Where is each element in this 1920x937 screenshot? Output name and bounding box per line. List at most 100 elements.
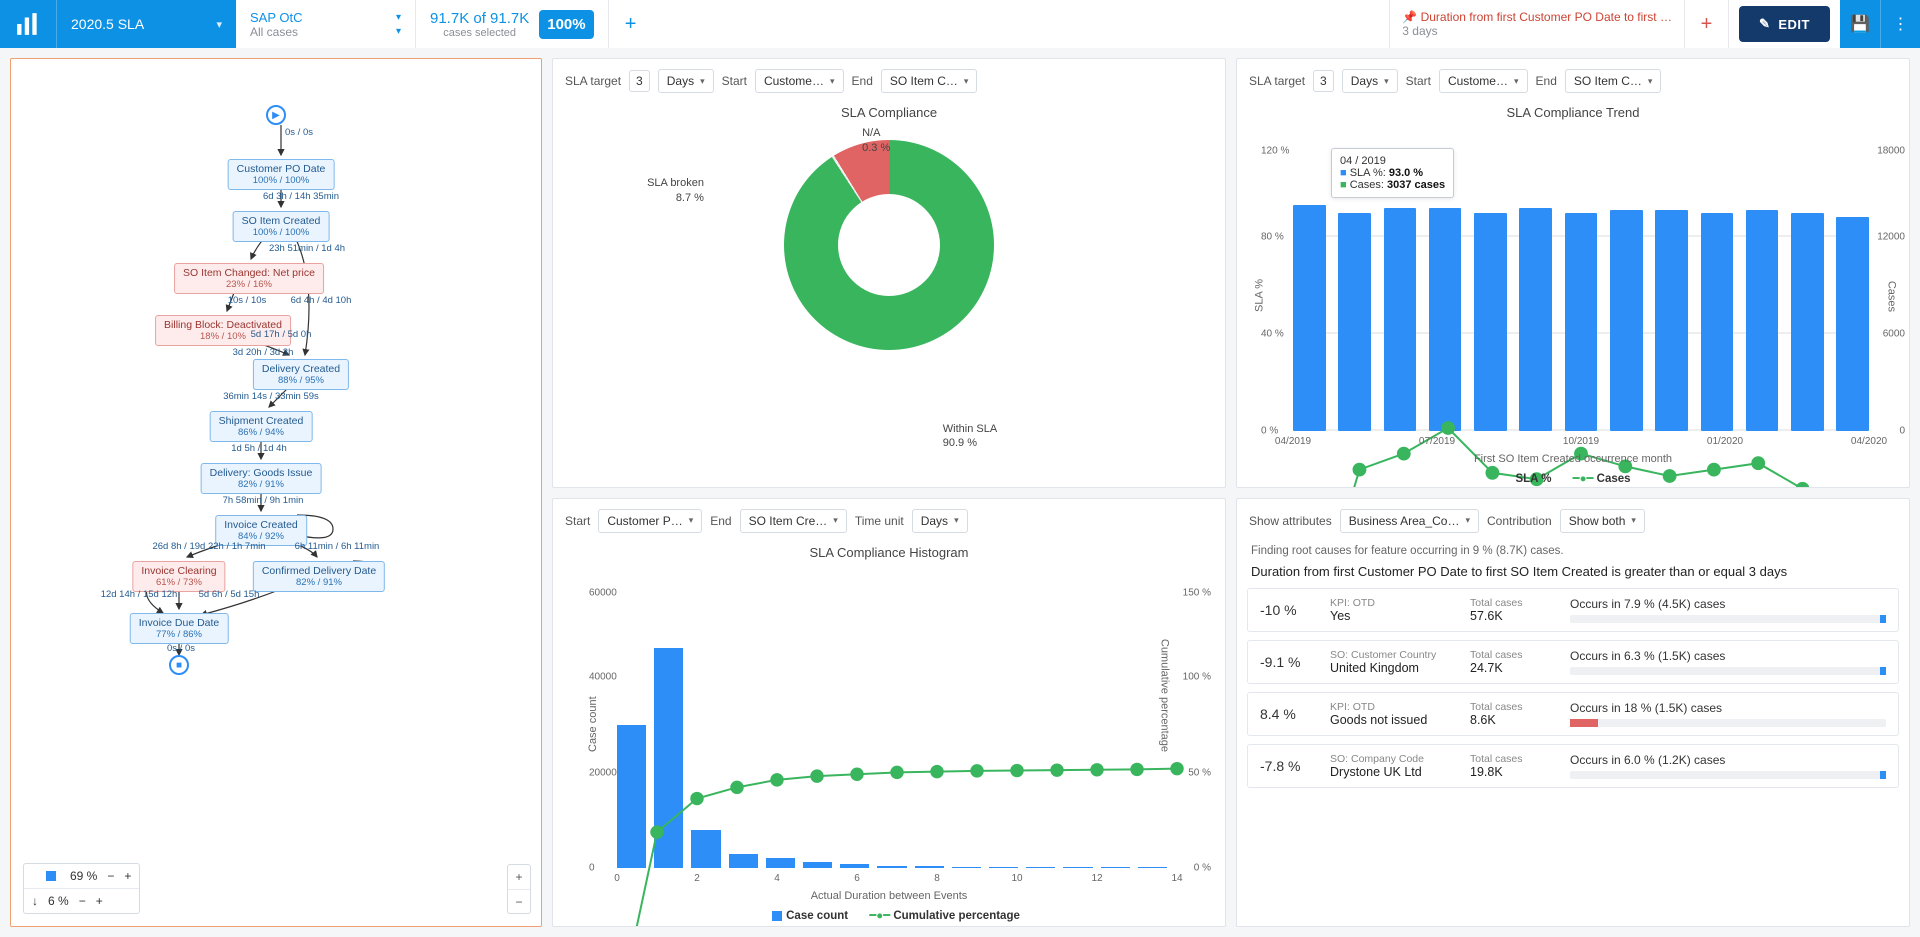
rc-item[interactable]: 8.4 %KPI: OTDGoods not issuedTotal cases… — [1247, 692, 1899, 736]
rc-description: Finding root causes for feature occurrin… — [1237, 543, 1909, 559]
sla-target-input[interactable]: 3 — [1313, 70, 1334, 92]
process-graph-panel: ▶ 0s / 0s Customer PO Date100% / 100%SO … — [10, 58, 542, 927]
process-node[interactable]: SO Item Changed: Net price23% / 16% — [174, 263, 324, 294]
x-axis-label: First SO Item Created occurrence month — [1237, 453, 1909, 465]
path-pct: 6 % — [48, 894, 69, 908]
edit-label: EDIT — [1778, 17, 1810, 32]
edge-label: 5d 6h / 5d 15h — [199, 589, 260, 600]
start-label: Start — [722, 74, 747, 88]
contribution-dropdown[interactable]: Show both▾ — [1560, 509, 1645, 533]
start-dropdown[interactable]: Custome…▾ — [755, 69, 844, 93]
topbar-left: 2020.5 SLA ▾ — [0, 0, 236, 48]
chart-legend: Case count ━●━ Cumulative percentage — [553, 908, 1225, 922]
kpi-title: 📌 Duration from first Customer PO Date t… — [1402, 10, 1672, 24]
donut-value-na: 0.3 % — [862, 142, 890, 154]
edge-label: 10s / 10s — [228, 295, 267, 306]
zoom-in-button[interactable]: + — [508, 865, 530, 889]
project-dropdown[interactable]: 2020.5 SLA ▾ — [56, 0, 236, 48]
donut-label-broken: SLA broken — [647, 177, 704, 189]
process-node[interactable]: Delivery: Goods Issue82% / 91% — [201, 463, 322, 494]
kebab-icon: ⋮ — [1893, 14, 1909, 34]
process-node[interactable]: Invoice Clearing61% / 73% — [132, 561, 225, 592]
save-button[interactable]: 💾 — [1840, 0, 1880, 48]
y-axis-label: Case count — [587, 696, 599, 752]
app-logo[interactable] — [0, 0, 56, 48]
zoom-out-button[interactable]: − — [508, 889, 530, 913]
edge-label: 26d 8h / 19d 22h / 1h 7min — [152, 541, 265, 552]
rc-item[interactable]: -7.8 %SO: Company CodeDrystone UK LtdTot… — [1247, 744, 1899, 788]
unit-dropdown[interactable]: Days▾ — [1342, 69, 1398, 93]
end-dropdown[interactable]: SO Item Cre…▾ — [740, 509, 847, 533]
panel-filters: SLA target 3 Days▾ Start Custome…▾ End S… — [1237, 59, 1909, 103]
cases-pct-badge: 100% — [539, 10, 593, 39]
panel-filters: SLA target 3 Days▾ Start Custome…▾ End S… — [553, 59, 1225, 103]
process-node[interactable]: Invoice Due Date77% / 86% — [130, 613, 229, 644]
rc-item[interactable]: -10 %KPI: OTDYesTotal cases57.6KOccurs i… — [1247, 588, 1899, 632]
panel-filters: Show attributes Business Area_Co…▾ Contr… — [1237, 499, 1909, 543]
process-node[interactable]: SO Item Created100% / 100% — [233, 211, 330, 242]
start-label: Start — [565, 514, 590, 528]
end-label: End — [852, 74, 873, 88]
time-unit-label: Time unit — [855, 514, 904, 528]
kpi-value: 3 days — [1402, 24, 1672, 38]
edge-label: 6d 3h / 14h 35min — [263, 191, 339, 202]
edge-label: 0s / 0s — [167, 643, 195, 654]
minus-button[interactable]: − — [79, 894, 86, 908]
chevron-down-icon: ▾ — [216, 18, 222, 31]
sla-trend-panel: SLA target 3 Days▾ Start Custome…▾ End S… — [1236, 58, 1910, 488]
dataset-dropdown[interactable]: SAP OtC ▾ All cases ▾ — [236, 0, 416, 48]
x-axis-label: Actual Duration between Events — [553, 890, 1225, 902]
end-label: End — [710, 514, 731, 528]
edit-button[interactable]: ✎ EDIT — [1739, 6, 1830, 42]
dataset-name: SAP OtC — [250, 10, 303, 25]
rc-title: Duration from first Customer PO Date to … — [1237, 559, 1909, 589]
unit-dropdown[interactable]: Days▾ — [658, 69, 714, 93]
chart-title: SLA Compliance Histogram — [553, 545, 1225, 560]
process-canvas[interactable]: ▶ 0s / 0s Customer PO Date100% / 100%SO … — [11, 59, 541, 926]
donut-chart[interactable]: N/A0.3 % SLA broken8.7 % Within SLA90.9 … — [553, 126, 1225, 487]
edge-label: 36min 14s / 33min 59s — [223, 391, 319, 402]
start-dropdown[interactable]: Customer P…▾ — [598, 509, 702, 533]
end-dropdown[interactable]: SO Item C…▾ — [881, 69, 978, 93]
time-unit-dropdown[interactable]: Days▾ — [912, 509, 968, 533]
start-dropdown[interactable]: Custome…▾ — [1439, 69, 1528, 93]
process-node[interactable]: Confirmed Delivery Date82% / 91% — [253, 561, 385, 592]
chart-title: SLA Compliance Trend — [1237, 105, 1909, 120]
process-node[interactable]: Shipment Created86% / 94% — [210, 411, 313, 442]
edge-label: 5d 17h / 5d 0h — [251, 329, 312, 340]
process-node[interactable]: Customer PO Date100% / 100% — [228, 159, 335, 190]
donut-label-within: Within SLA — [943, 423, 997, 435]
edge-label: 0s / 0s — [285, 127, 313, 138]
kpi-chip[interactable]: 📌 Duration from first Customer PO Date t… — [1389, 0, 1685, 48]
add-kpi-button[interactable]: + — [1685, 0, 1729, 48]
rc-item[interactable]: -9.1 %SO: Customer CountryUnited Kingdom… — [1247, 640, 1899, 684]
zoom-controls: + − — [507, 864, 531, 914]
cases-selected[interactable]: 91.7K of 91.7K cases selected 100% — [416, 0, 609, 48]
start-label: Start — [1406, 74, 1431, 88]
add-filter-button[interactable]: + — [609, 0, 653, 48]
end-dropdown[interactable]: SO Item C…▾ — [1565, 69, 1662, 93]
path-icon: ↓ — [32, 894, 38, 908]
histogram-chart[interactable]: Case count Cumulative percentage 0200004… — [553, 566, 1225, 927]
minus-button[interactable]: − — [107, 869, 114, 883]
edge-label: 23h 51min / 1d 4h — [269, 243, 345, 254]
activity-pct: 69 % — [70, 869, 97, 883]
trend-chart[interactable]: SLA % Cases 0 %40 %80 %120 % 06000120001… — [1237, 126, 1909, 487]
donut-value-within: 90.9 % — [943, 437, 977, 449]
process-node[interactable]: Delivery Created88% / 95% — [253, 359, 349, 390]
sla-target-label: SLA target — [565, 74, 621, 88]
plus-button[interactable]: + — [96, 894, 103, 908]
bars-icon — [15, 11, 41, 37]
donut-ring — [784, 140, 994, 350]
workspace: ▶ 0s / 0s Customer PO Date100% / 100%SO … — [0, 48, 1920, 937]
process-sliders: 69 % − + ↓ 6 % − + — [23, 863, 140, 914]
edge-label: 1d 5h / 1d 4h — [231, 443, 286, 454]
show-attributes-label: Show attributes — [1249, 514, 1332, 528]
chart-title: SLA Compliance — [553, 105, 1225, 120]
show-attributes-dropdown[interactable]: Business Area_Co…▾ — [1340, 509, 1479, 533]
plus-button[interactable]: + — [124, 869, 131, 883]
more-menu-button[interactable]: ⋮ — [1880, 0, 1920, 48]
edge-label: 3d 20h / 3d 3h — [233, 347, 294, 358]
donut-value-broken: 8.7 % — [676, 192, 704, 204]
sla-target-input[interactable]: 3 — [629, 70, 650, 92]
